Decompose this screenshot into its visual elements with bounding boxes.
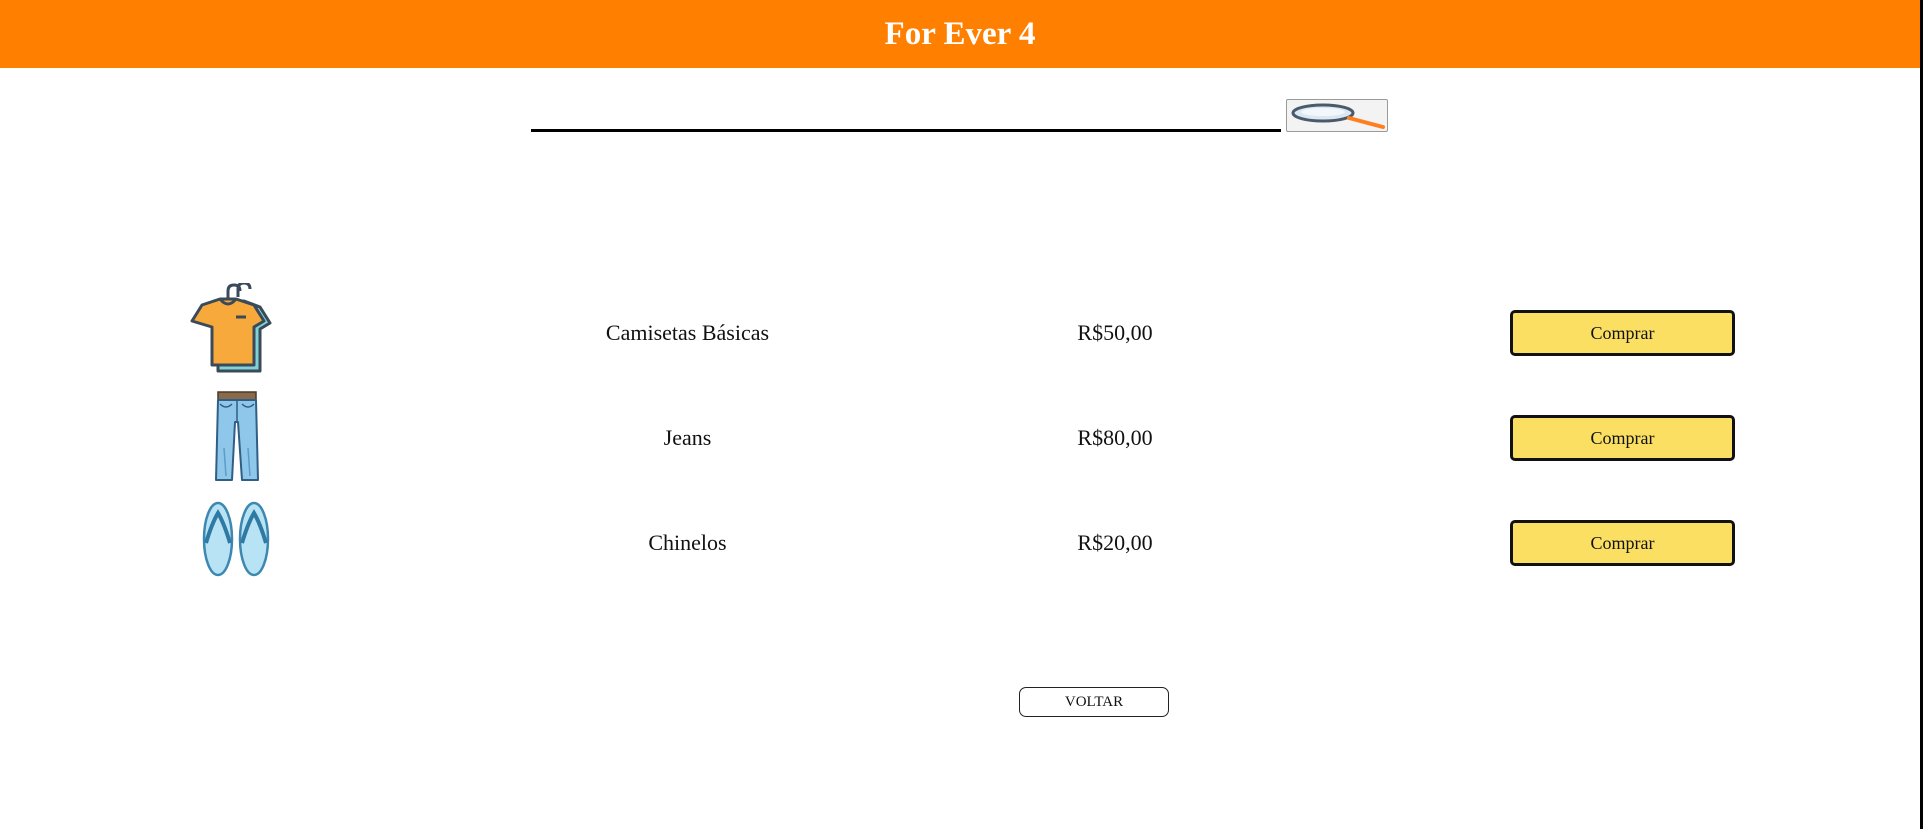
magnifier-icon bbox=[1291, 103, 1385, 129]
buy-button[interactable]: Comprar bbox=[1510, 415, 1735, 461]
flip-flops-icon bbox=[202, 501, 270, 577]
tshirt-icon bbox=[190, 283, 272, 373]
product-price: R$50,00 bbox=[1077, 320, 1153, 345]
product-row: Jeans R$80,00 Comprar bbox=[0, 388, 1920, 488]
product-row: Camisetas Básicas R$50,00 Comprar bbox=[0, 283, 1920, 383]
product-name: Chinelos bbox=[648, 530, 727, 555]
product-name: Jeans bbox=[663, 425, 712, 450]
product-price: R$80,00 bbox=[1077, 425, 1153, 450]
product-name: Camisetas Básicas bbox=[605, 320, 770, 345]
back-button[interactable]: VOLTAR bbox=[1019, 687, 1169, 717]
buy-button[interactable]: Comprar bbox=[1510, 310, 1735, 356]
page-title: For Ever 4 bbox=[884, 15, 1036, 52]
buy-button[interactable]: Comprar bbox=[1510, 520, 1735, 566]
search-button[interactable] bbox=[1286, 99, 1388, 132]
header-bar: For Ever 4 bbox=[0, 0, 1920, 68]
jeans-icon bbox=[215, 391, 259, 481]
product-price: R$20,00 bbox=[1077, 530, 1153, 555]
product-row: Chinelos R$20,00 Comprar bbox=[0, 493, 1920, 593]
search-input[interactable] bbox=[531, 96, 1281, 132]
